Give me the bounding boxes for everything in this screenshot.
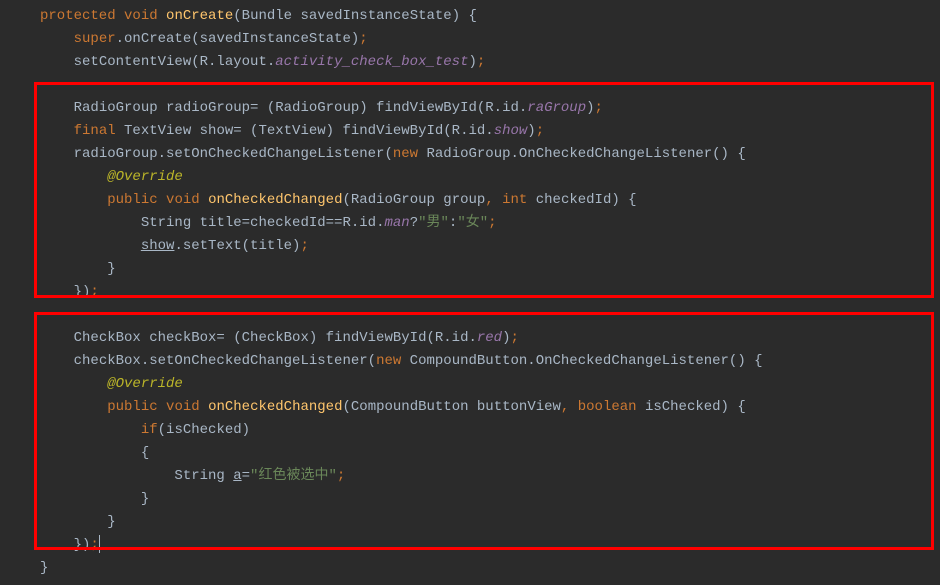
code-line: setContentView(R.layout.activity_check_b… <box>40 51 940 74</box>
code-line: } <box>40 511 940 534</box>
code-line: @Override <box>40 166 940 189</box>
code-line: show.setText(title); <box>40 235 940 258</box>
code-line: final TextView show= (TextView) findView… <box>40 120 940 143</box>
code-line: protected void onCreate(Bundle savedInst… <box>40 5 940 28</box>
code-line: public void onCheckedChanged(CompoundBut… <box>40 396 940 419</box>
code-line: } <box>40 557 940 580</box>
code-line: public void onCheckedChanged(RadioGroup … <box>40 189 940 212</box>
code-line: if(isChecked) <box>40 419 940 442</box>
code-line: @Override <box>40 373 940 396</box>
code-line: { <box>40 442 940 465</box>
code-line: super.onCreate(savedInstanceState); <box>40 28 940 51</box>
code-line: CheckBox checkBox= (CheckBox) findViewBy… <box>40 327 940 350</box>
code-line: } <box>40 258 940 281</box>
code-line: String title=checkedId==R.id.man?"男":"女"… <box>40 212 940 235</box>
code-line: radioGroup.setOnCheckedChangeListener(ne… <box>40 143 940 166</box>
code-line <box>40 304 940 327</box>
code-line: String a="红色被选中"; <box>40 465 940 488</box>
code-line: } <box>40 488 940 511</box>
text-cursor <box>99 535 100 553</box>
code-line: checkBox.setOnCheckedChangeListener(new … <box>40 350 940 373</box>
code-line: }); <box>40 281 940 304</box>
code-line <box>40 74 940 97</box>
code-line: }); <box>40 534 940 557</box>
code-editor[interactable]: protected void onCreate(Bundle savedInst… <box>0 0 940 585</box>
code-line: RadioGroup radioGroup= (RadioGroup) find… <box>40 97 940 120</box>
